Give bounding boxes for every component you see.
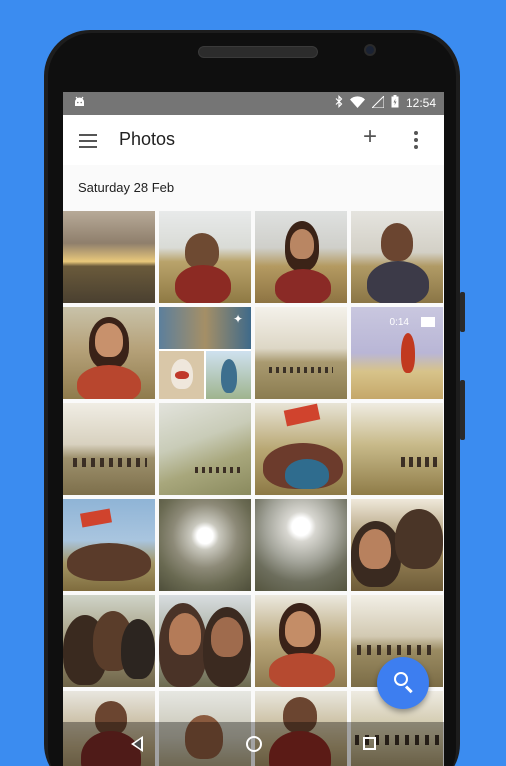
back-icon[interactable] — [131, 736, 143, 752]
video-thumbnail[interactable]: 0:14 — [351, 307, 443, 399]
photo-thumbnail[interactable] — [63, 403, 155, 495]
photo-thumbnail[interactable] — [159, 211, 251, 303]
photo-thumbnail[interactable] — [159, 403, 251, 495]
photo-thumbnail[interactable] — [63, 499, 155, 591]
photo-thumbnail[interactable] — [255, 307, 347, 399]
photo-thumbnail[interactable] — [255, 499, 347, 591]
power-button — [460, 292, 465, 332]
photo-thumbnail[interactable] — [63, 211, 155, 303]
front-camera — [364, 44, 376, 56]
date-header: Saturday 28 Feb — [78, 180, 175, 195]
auto-awesome-icon: ✦ — [232, 312, 243, 326]
video-duration: 0:14 — [389, 317, 409, 328]
photo-thumbnail[interactable] — [255, 403, 347, 495]
battery-icon — [391, 95, 399, 111]
navigation-bar — [63, 722, 444, 766]
screen: 12:54 Photos + Saturday 28 Feb ✦ 0:14 — [63, 92, 444, 766]
photo-thumbnail[interactable] — [159, 595, 251, 687]
menu-icon[interactable] — [79, 134, 97, 148]
bluetooth-icon — [335, 95, 343, 111]
home-icon[interactable] — [246, 736, 262, 752]
photo-thumbnail[interactable] — [255, 211, 347, 303]
page-title: Photos — [119, 129, 176, 149]
app-bar: Photos + — [63, 115, 444, 165]
add-button[interactable]: + — [359, 125, 381, 150]
more-options-icon[interactable] — [413, 131, 419, 149]
clock: 12:54 — [405, 96, 436, 110]
recent-apps-icon[interactable] — [363, 737, 376, 750]
android-notification-icon — [74, 96, 85, 108]
photo-thumbnail[interactable] — [351, 499, 443, 591]
photo-thumbnail[interactable] — [63, 307, 155, 399]
wifi-icon — [349, 95, 365, 111]
video-icon — [421, 317, 435, 327]
status-bar: 12:54 — [63, 92, 444, 115]
photo-thumbnail[interactable] — [63, 595, 155, 687]
volume-button — [460, 380, 465, 440]
search-button[interactable] — [377, 657, 429, 709]
photo-thumbnail[interactable] — [255, 595, 347, 687]
photo-thumbnail[interactable] — [351, 211, 443, 303]
earpiece-speaker — [198, 46, 318, 58]
signal-icon — [370, 94, 385, 111]
auto-collage-thumbnail[interactable]: ✦ — [159, 307, 251, 399]
photo-thumbnail[interactable] — [351, 403, 443, 495]
photo-thumbnail[interactable] — [159, 499, 251, 591]
